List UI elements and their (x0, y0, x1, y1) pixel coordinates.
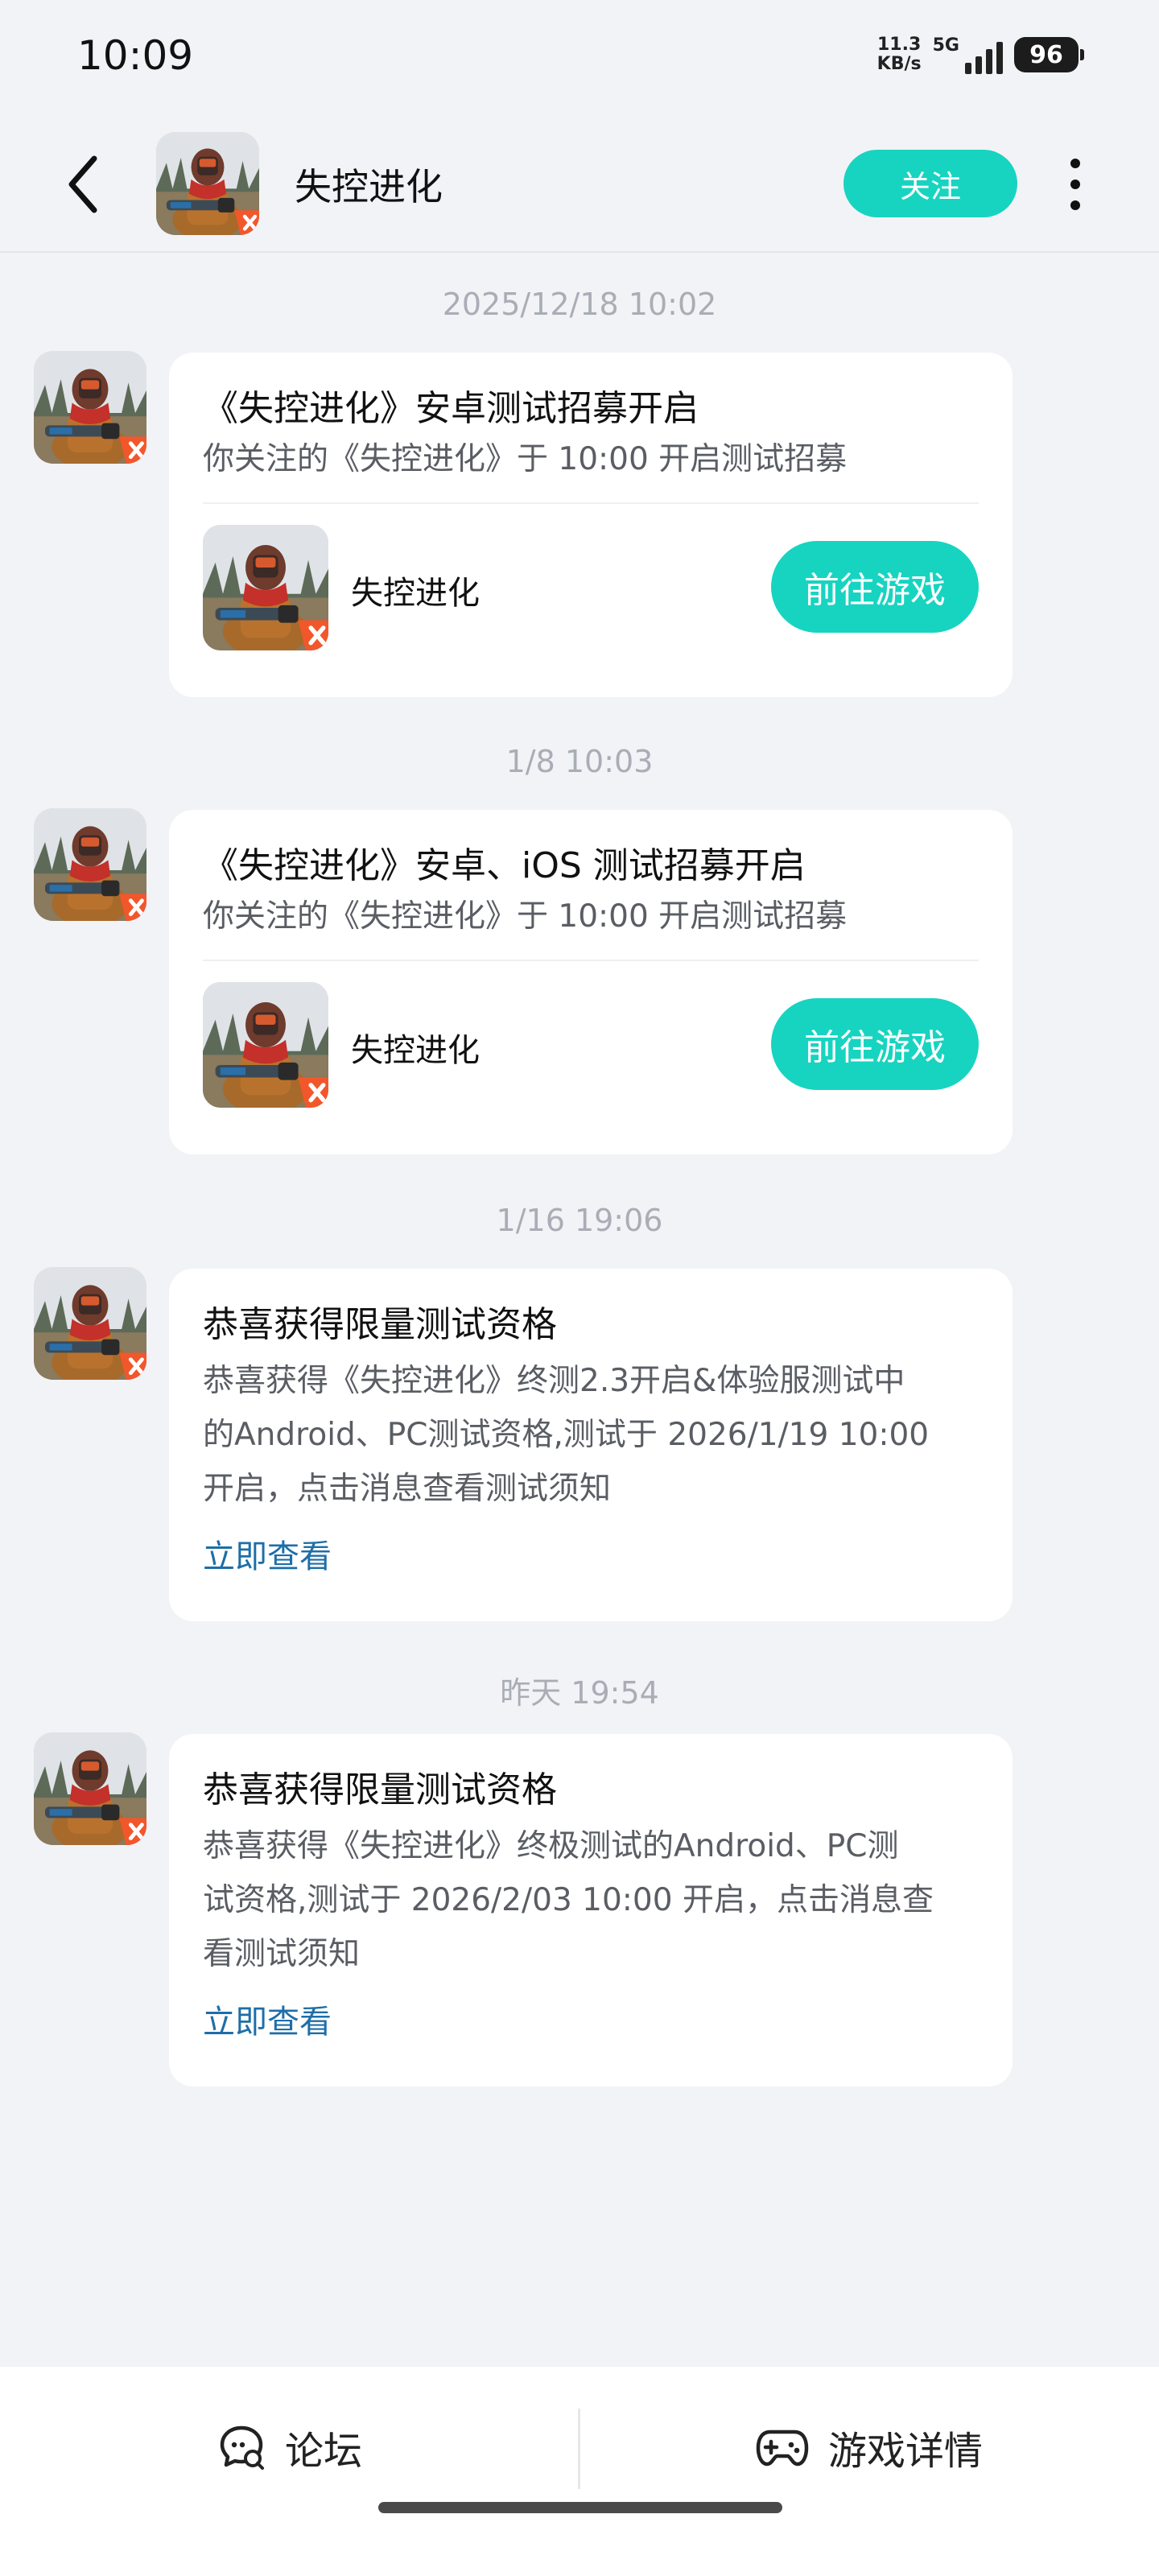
tab-game-details-label: 游戏详情 (827, 2429, 983, 2474)
message-body-line: 的Android、PC测试资格,测试于 2026/1/19 10:00 (203, 1417, 930, 1453)
message-title: 《失控进化》安卓测试招募开启 (203, 388, 699, 429)
sender-avatar[interactable] (34, 1732, 146, 1845)
message-card[interactable]: 恭喜获得限量测试资格 恭喜获得《失控进化》终极测试的Android、PC测 试资… (169, 1734, 1013, 2087)
message-title: 《失控进化》安卓、iOS 测试招募开启 (203, 845, 806, 886)
home-indicator[interactable] (378, 2502, 782, 2513)
battery-level: 96 (1029, 40, 1063, 69)
message-subtitle: 你关注的《失控进化》于 10:00 开启测试招募 (203, 441, 848, 477)
message-body-line: 试资格,测试于 2026/2/03 10:00 开启，点击消息查 (203, 1882, 934, 1918)
status-time: 10:09 (77, 32, 194, 79)
message-title: 恭喜获得限量测试资格 (203, 1304, 557, 1345)
message-body-line: 看测试须知 (203, 1936, 361, 1972)
bottom-bar: 论坛 游戏详情 (0, 2367, 1159, 2576)
view-now-link[interactable]: 立即查看 (203, 1996, 332, 2042)
message-card[interactable]: 《失控进化》安卓、iOS 测试招募开启 你关注的《失控进化》于 10:00 开启… (169, 810, 1013, 1154)
back-button[interactable] (48, 148, 121, 221)
message-body-line: 开启，点击消息查看测试须知 (203, 1471, 612, 1507)
view-now-link[interactable]: 立即查看 (203, 1530, 332, 1577)
message-timestamp: 1/16 19:06 (496, 1203, 663, 1238)
game-entry: 失控进化 前往游戏 (203, 961, 979, 1138)
battery-icon: 96 (1014, 37, 1084, 72)
tab-forum-label: 论坛 (284, 2429, 362, 2474)
sender-avatar[interactable] (34, 1267, 146, 1380)
message-card[interactable]: 《失控进化》安卓测试招募开启 你关注的《失控进化》于 10:00 开启测试招募 … (169, 353, 1013, 697)
nav-header: 失控进化 关注 (0, 113, 1159, 253)
game-icon[interactable] (203, 525, 328, 650)
game-name: 失控进化 (351, 575, 480, 612)
page-title: 失控进化 (295, 165, 443, 208)
message-body-line: 恭喜获得《失控进化》终极测试的Android、PC测 (203, 1828, 899, 1864)
chat-bubble-icon (220, 2425, 264, 2470)
gamepad-icon (756, 2429, 809, 2467)
message-timestamp: 昨天 19:54 (500, 1675, 659, 1711)
message-body: 恭喜获得《失控进化》终极测试的Android、PC测 试资格,测试于 2026/… (203, 1819, 979, 1981)
network-speed-unit: KB/s (876, 54, 922, 74)
message-subtitle: 你关注的《失控进化》于 10:00 开启测试招募 (203, 898, 848, 935)
status-indicators: 11.3 KB/s 5G 96 (877, 35, 1084, 74)
message-body-line: 恭喜获得《失控进化》终测2.3开启&体验服测试中 (203, 1363, 905, 1399)
sender-avatar[interactable] (34, 808, 146, 921)
chevron-left-icon (68, 155, 97, 213)
go-to-game-button[interactable]: 前往游戏 (771, 541, 979, 633)
network-speed: 11.3 KB/s (877, 35, 922, 74)
sender-avatar[interactable] (34, 351, 146, 464)
message-title: 恭喜获得限量测试资格 (203, 1769, 557, 1810)
message-body: 恭喜获得《失控进化》终测2.3开启&体验服测试中 的Android、PC测试资格… (203, 1354, 979, 1516)
message-card[interactable]: 恭喜获得限量测试资格 恭喜获得《失控进化》终测2.3开启&体验服测试中 的And… (169, 1269, 1013, 1621)
message-timestamp: 1/8 10:03 (505, 744, 654, 779)
status-bar: 10:09 11.3 KB/s 5G 96 (0, 0, 1159, 113)
game-entry: 失控进化 前往游戏 (203, 504, 979, 681)
game-icon[interactable] (203, 982, 328, 1108)
game-name: 失控进化 (351, 1032, 480, 1069)
network-type: 5G (932, 35, 959, 56)
more-vertical-icon[interactable] (1054, 153, 1096, 216)
game-avatar[interactable] (156, 132, 259, 235)
message-timestamp: 2025/12/18 10:02 (442, 287, 717, 322)
go-to-game-button[interactable]: 前往游戏 (771, 998, 979, 1090)
network-speed-value: 11.3 (877, 35, 922, 55)
signal-icon: 5G (933, 35, 1003, 74)
follow-button[interactable]: 关注 (843, 150, 1017, 217)
